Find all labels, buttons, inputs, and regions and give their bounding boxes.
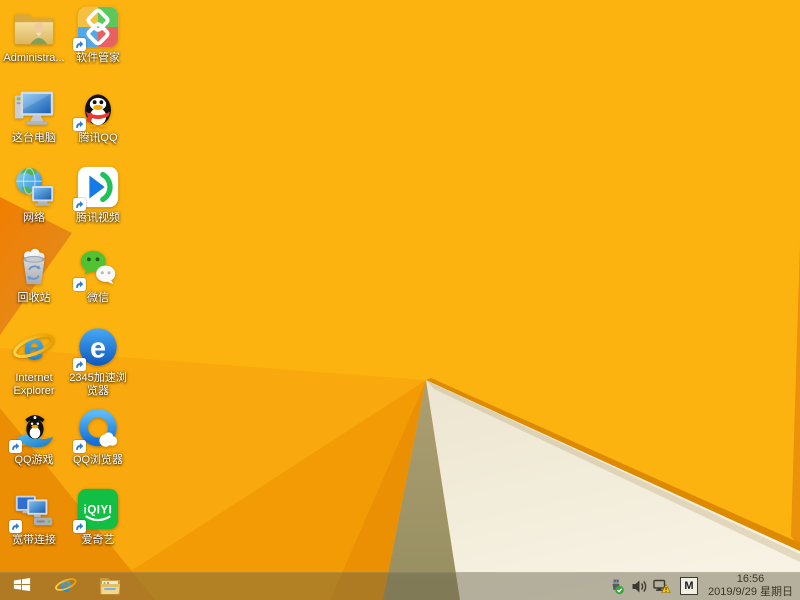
iqiyi-icon: iQIYI <box>73 486 121 533</box>
clock-date: 2019/9/29 星期日 <box>708 586 793 598</box>
desktop-icon-software-manager[interactable]: 软件管家 <box>67 4 129 65</box>
desktop-icon-network[interactable]: 网络 <box>3 164 65 225</box>
2345-browser-icon: e <box>73 324 121 371</box>
desktop-icon-label: 宽带连接 <box>12 534 56 546</box>
shortcut-arrow-icon <box>9 440 22 453</box>
shortcut-arrow-icon <box>73 118 86 131</box>
network-warning-icon[interactable] <box>652 576 672 596</box>
desktop-icon-label: 微信 <box>87 292 109 304</box>
desktop-icon-label: QQ浏览器 <box>72 454 124 466</box>
desktop-icon-label: Internet Explorer <box>13 372 55 397</box>
desktop-icon-label: Administra... <box>3 52 65 64</box>
svg-text:e: e <box>23 325 44 368</box>
desktop-icon-recycle-bin[interactable]: 回收站 <box>3 244 65 305</box>
qq-games-icon <box>9 406 57 453</box>
start-button[interactable] <box>0 572 44 600</box>
broadband-icon <box>9 486 57 533</box>
desktop-icon-tencent-video[interactable]: 腾讯视频 <box>67 164 129 225</box>
svg-text:e: e <box>60 574 71 596</box>
desktop-icon-2345-browser[interactable]: e 2345加速浏览器 <box>67 324 129 398</box>
desktop-icon-label: 软件管家 <box>76 52 120 64</box>
svg-text:e: e <box>90 333 106 365</box>
desktop-icon-broadband-connection[interactable]: 宽带连接 <box>3 486 65 547</box>
desktop-icon-this-pc[interactable]: 这台电脑 <box>3 84 65 145</box>
input-method-indicator[interactable]: M <box>680 577 698 595</box>
desktop-icon-label: QQ游戏 <box>14 454 54 466</box>
windows-logo-icon <box>13 577 31 595</box>
file-explorer-icon <box>98 574 122 599</box>
user-folder-icon <box>11 4 57 50</box>
desktop-icon-label: 腾讯QQ <box>78 132 118 144</box>
qq-browser-icon <box>73 406 121 453</box>
desktop-icon-wechat[interactable]: 微信 <box>67 244 129 305</box>
wechat-icon <box>73 244 121 291</box>
desktop-icon-iqiyi[interactable]: iQIYI 爱奇艺 <box>67 486 129 547</box>
network-globe-icon <box>11 164 57 210</box>
desktop-icon-tencent-qq[interactable]: 腾讯QQ <box>67 84 129 145</box>
taskbar-clock[interactable]: 16:56 2019/9/29 星期日 <box>708 573 793 599</box>
computer-icon <box>11 84 57 130</box>
tencent-video-icon <box>73 164 121 211</box>
taskbar-explorer-button[interactable] <box>88 572 132 600</box>
software-manager-icon <box>73 4 121 51</box>
shortcut-arrow-icon <box>73 440 86 453</box>
clock-time: 16:56 <box>736 573 765 585</box>
svg-text:iQIYI: iQIYI <box>84 504 113 516</box>
taskbar-ie-button[interactable]: e <box>44 572 88 600</box>
shortcut-arrow-icon <box>73 38 86 51</box>
desktop-icon-label: 网络 <box>23 212 45 224</box>
desktop-icon-label: 爱奇艺 <box>81 534 115 546</box>
qq-penguin-icon <box>73 84 121 131</box>
shortcut-arrow-icon <box>73 520 86 533</box>
desktop-icon-qq-games[interactable]: QQ游戏 <box>3 406 65 467</box>
desktop-icon-label: 腾讯视频 <box>76 212 120 224</box>
ie-icon: e <box>54 573 78 600</box>
desktop-icon-label: 2345加速浏览器 <box>69 372 127 397</box>
desktop-icon-qq-browser[interactable]: QQ浏览器 <box>67 406 129 467</box>
taskbar-left: e <box>0 572 132 600</box>
ie-icon: e <box>11 324 57 370</box>
shortcut-arrow-icon <box>73 278 86 291</box>
shortcut-arrow-icon <box>73 198 86 211</box>
taskbar: e M 16:56 2019/9/29 星期日 <box>0 572 800 600</box>
desktop-icon-label: 回收站 <box>17 292 51 304</box>
usb-safely-remove-icon[interactable] <box>606 576 626 596</box>
desktop[interactable]: Administra... 这台电脑 网络 回收站 e Internet Exp… <box>0 0 800 600</box>
desktop-icon-administrator-folder[interactable]: Administra... <box>3 4 65 65</box>
shortcut-arrow-icon <box>73 358 86 371</box>
shortcut-arrow-icon <box>9 520 22 533</box>
volume-icon[interactable] <box>629 576 649 596</box>
recycle-bin-icon <box>11 244 57 290</box>
taskbar-tray: M 16:56 2019/9/29 星期日 <box>603 572 800 600</box>
desktop-icon-label: 这台电脑 <box>12 132 56 144</box>
desktop-icon-internet-explorer[interactable]: e Internet Explorer <box>3 324 65 398</box>
